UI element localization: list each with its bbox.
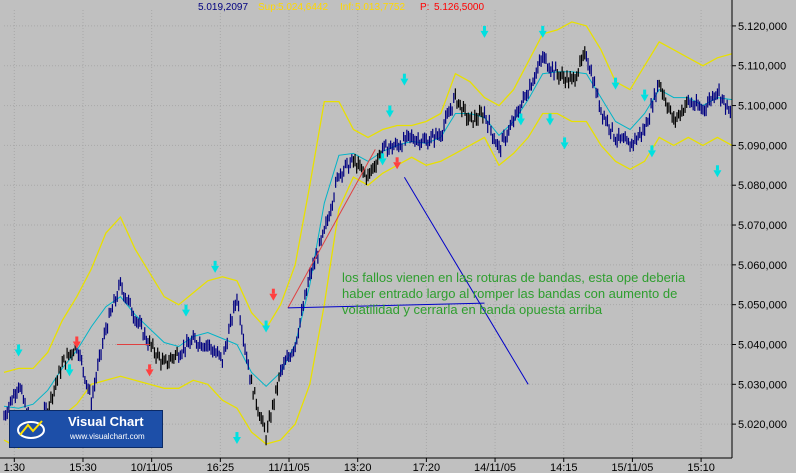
chart-background [0,0,796,473]
logo-title: Visual Chart [68,414,144,429]
x-tick-label: 11/11/05 [268,462,309,473]
y-tick-label: 5.050,000 [738,300,787,312]
last-price: 5.019,2097 [198,2,249,13]
y-tick-label: 5.070,000 [738,220,787,232]
signal-arrow-stem [271,288,275,294]
visual-chart-logo: Visual Chart www.visualchart.com [9,410,163,448]
y-tick-label: 5.060,000 [738,260,787,272]
sup-value: 5.024,6442 [278,2,329,13]
y-tick-label: 5.120,000 [738,21,787,33]
y-tick-label: 5.030,000 [738,379,787,391]
signal-arrow-stem [388,105,392,111]
signal-arrow-stem [235,432,239,438]
y-tick-label: 5.020,000 [738,419,787,431]
y-tick-label: 5.080,000 [738,180,787,192]
y-tick-label: 5.090,000 [738,140,787,152]
signal-arrow-stem [184,304,188,310]
inf-value: 5.013,7752 [355,2,406,13]
y-tick-label: 5.040,000 [738,339,787,351]
signal-arrow-stem [650,145,654,151]
signal-arrow-stem [482,25,486,31]
x-axis: 1:30 15:30 10/11/05 16:25 11/11/05 13:20 17:20… [0,457,796,473]
sup-label: Sup: [258,2,279,13]
signal-arrow-stem [519,113,523,119]
signal-arrow-stem [402,73,406,79]
x-tick-label: 13:20 [344,462,372,473]
signal-arrow-stem [715,165,719,171]
signal-arrow-stem [381,153,385,159]
x-tick-label: 10/11/05 [131,462,173,473]
signal-arrow-stem [548,113,552,119]
annotation-text: los fallos vienen en las roturas de band… [342,270,686,317]
signal-arrow-stem [213,260,217,266]
x-tick-label: 14:15 [550,462,578,473]
x-tick-label: 15:10 [687,462,715,473]
logo-icon [17,420,45,439]
signal-arrow-stem [68,364,72,370]
x-tick-label: 17:20 [413,462,441,473]
signal-arrow-stem [614,77,618,83]
x-axis-panel [0,458,796,473]
signal-arrow-stem [17,344,21,350]
x-tick-label: 1:30 [4,462,25,473]
inf-label: Inf: [340,2,354,13]
y-tick-label: 5.110,000 [738,61,786,73]
signal-arrow-stem [148,364,152,370]
x-tick-label: 16:25 [207,462,235,473]
p-label: P: [420,2,430,13]
x-tick-label: 15:30 [69,462,97,473]
x-tick-label: 14/11/05 [474,462,516,473]
signal-arrow-stem [75,336,79,342]
signal-arrow-stem [264,320,268,326]
x-tick-label: 15/11/05 [611,462,653,473]
p-value: 5.126,5000 [434,2,485,13]
logo-url: www.visualchart.com [70,432,145,441]
y-tick-label: 5.100,000 [738,101,787,113]
signal-arrow-stem [395,157,399,163]
y-axis: 5.020,000 5.030,000 5.040,000 5.050,000 5.06… [731,0,796,473]
signal-arrow-stem [563,137,567,143]
price-chart[interactable]: 5.020,000 5.030,000 5.040,000 5.050,000 5.06… [0,0,796,473]
signal-arrow-stem [643,89,647,95]
signal-arrow-stem [541,25,545,31]
